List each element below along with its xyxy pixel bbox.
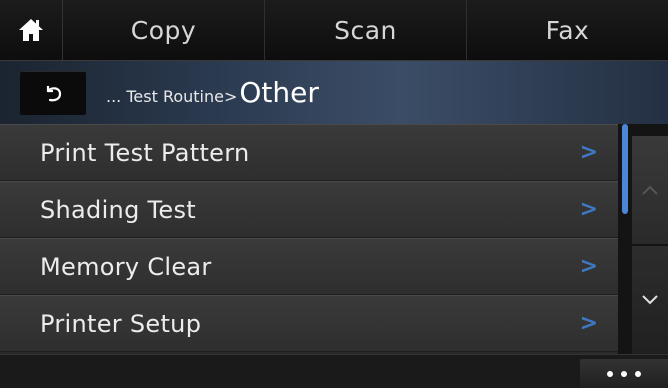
list-item-printer-setup[interactable]: Printer Setup > [0, 295, 618, 352]
more-button[interactable] [580, 359, 668, 388]
scroll-column [618, 124, 668, 354]
scrollbar-thumb[interactable] [622, 124, 628, 214]
printer-control-panel: Copy Scan Fax ... Test Routine> Other Pr… [0, 0, 668, 388]
scroll-up-button[interactable] [632, 136, 668, 244]
scroll-down-button[interactable] [632, 246, 668, 354]
list-item-label: Memory Clear [40, 252, 212, 281]
chevron-down-icon [642, 295, 658, 305]
tab-fax[interactable]: Fax [467, 0, 668, 60]
list-item-memory-clear[interactable]: Memory Clear > [0, 238, 618, 295]
page-title: Other [239, 76, 319, 109]
list-item-label: Print Test Pattern [40, 138, 250, 167]
more-dots-icon [635, 371, 641, 377]
menu-list: Print Test Pattern > Shading Test > Memo… [0, 124, 618, 352]
chevron-up-icon [642, 185, 658, 195]
more-dots-icon [607, 371, 613, 377]
home-button[interactable] [0, 0, 63, 60]
list-item-print-test-pattern[interactable]: Print Test Pattern > [0, 124, 618, 181]
chevron-right-icon: > [579, 197, 598, 222]
tab-copy[interactable]: Copy [63, 0, 265, 60]
tab-scan[interactable]: Scan [265, 0, 467, 60]
top-tab-bar: Copy Scan Fax [0, 0, 668, 61]
breadcrumb-path: ... Test Routine> [106, 87, 238, 106]
list-item-shading-test[interactable]: Shading Test > [0, 181, 618, 238]
back-button[interactable] [20, 70, 86, 115]
list-item-label: Printer Setup [40, 309, 202, 338]
more-dots-icon [621, 371, 627, 377]
chevron-right-icon: > [579, 140, 598, 165]
back-arrow-icon [46, 85, 62, 101]
chevron-right-icon: > [579, 254, 598, 279]
list-item-label: Shading Test [40, 195, 196, 224]
page-header: ... Test Routine> Other [0, 61, 668, 124]
home-icon [19, 19, 43, 41]
chevron-right-icon: > [579, 311, 598, 336]
breadcrumb: ... Test Routine> Other [106, 76, 319, 109]
bottom-bar [0, 354, 668, 388]
